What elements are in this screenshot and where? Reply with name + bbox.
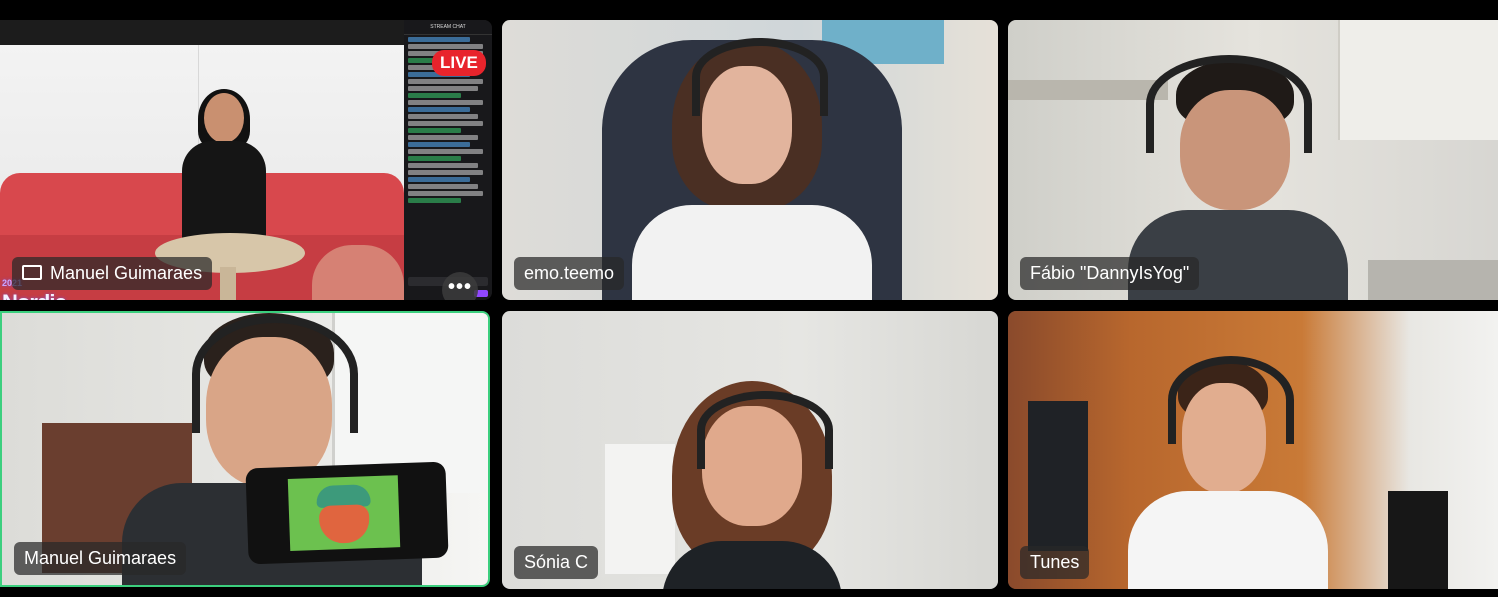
- participant-name: Manuel Guimaraes: [24, 548, 177, 568]
- screen-share-icon: [22, 264, 42, 280]
- video-tile-active-speaker[interactable]: Manuel Guimaraes: [0, 311, 490, 587]
- more-options-button[interactable]: •••: [442, 272, 478, 300]
- participant-name: Fábio "DannyIsYog": [1030, 263, 1190, 283]
- phone-held: [245, 461, 449, 565]
- headset: [192, 315, 358, 433]
- participant-name-tag: Manuel Guimaraes: [14, 542, 187, 575]
- phone-screen: [287, 475, 401, 552]
- participant-name-tag: Tunes: [1020, 546, 1090, 579]
- participant-name: Sónia C: [524, 552, 589, 572]
- headset: [1146, 55, 1312, 153]
- video-tile[interactable]: emo.teemo: [502, 20, 998, 300]
- video-tile-screen-share[interactable]: 2021 Nordic STREAM CHAT LIVE ••• Manuel …: [0, 20, 492, 300]
- participant-name-tag: emo.teemo: [514, 257, 625, 290]
- character-beard: [318, 504, 371, 544]
- video-tile[interactable]: Sónia C: [502, 311, 998, 589]
- keyboard-stand: [1388, 491, 1448, 589]
- video-tile[interactable]: Fábio "DannyIsYog": [1008, 20, 1498, 300]
- video-tile[interactable]: Tunes: [1008, 311, 1498, 589]
- hanging-jacket: [1028, 401, 1088, 551]
- participant-name-tag: Manuel Guimaraes: [12, 257, 213, 290]
- chat-header: STREAM CHAT: [404, 20, 492, 35]
- participant-name: Tunes: [1030, 552, 1080, 572]
- participant-name: emo.teemo: [524, 263, 615, 283]
- headset: [1168, 356, 1294, 444]
- participant-name-tag: Fábio "DannyIsYog": [1020, 257, 1200, 290]
- kitchen-cabinet: [1338, 20, 1498, 140]
- participant-name-tag: Sónia C: [514, 546, 599, 579]
- participant-name: Manuel Guimaraes: [50, 263, 203, 283]
- kitchen-counter: [1368, 260, 1498, 300]
- live-badge: LIVE: [432, 50, 486, 76]
- headset: [697, 391, 833, 469]
- coffee-table-leg: [220, 267, 236, 300]
- headset: [692, 38, 828, 116]
